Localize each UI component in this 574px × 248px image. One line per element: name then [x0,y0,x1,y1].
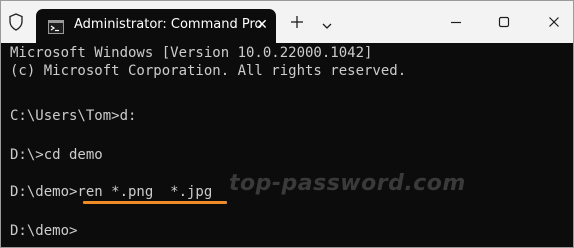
maximize-icon [498,16,510,28]
terminal-line: D:\demo>ren *.png *.jpg [10,184,213,200]
terminal-line: C:\Users\Tom>d: [10,108,137,124]
chevron-down-icon[interactable] [321,16,333,29]
maximize-button[interactable] [485,1,523,43]
tab-command-prompt[interactable]: Administrator: Command Pro ✕ [36,9,276,43]
terminal-output[interactable]: top-password.com Microsoft Windows [Vers… [1,43,573,247]
shield-icon [8,13,24,31]
close-icon [549,17,559,27]
terminal-prompt: D:\demo> [10,223,78,239]
terminal-line: (c) Microsoft Corporation. All rights re… [10,63,407,79]
command-highlight-underline [83,201,227,204]
terminal-line: D:\>cd demo [10,147,103,163]
title-bar: Administrator: Command Pro ✕ [1,1,573,43]
watermark: top-password.com [229,171,466,196]
plus-icon[interactable] [288,13,306,31]
minimize-button[interactable] [437,1,475,43]
tab-close-button[interactable]: ✕ [254,17,270,33]
minimize-icon [451,21,461,24]
close-button[interactable] [535,1,573,43]
cmd-icon [48,19,64,34]
terminal-window: Administrator: Command Pro ✕ top-passwor… [0,0,574,248]
terminal-line: Microsoft Windows [Version 10.0.22000.10… [10,45,373,61]
tab-title: Administrator: Command Pro [74,17,263,32]
